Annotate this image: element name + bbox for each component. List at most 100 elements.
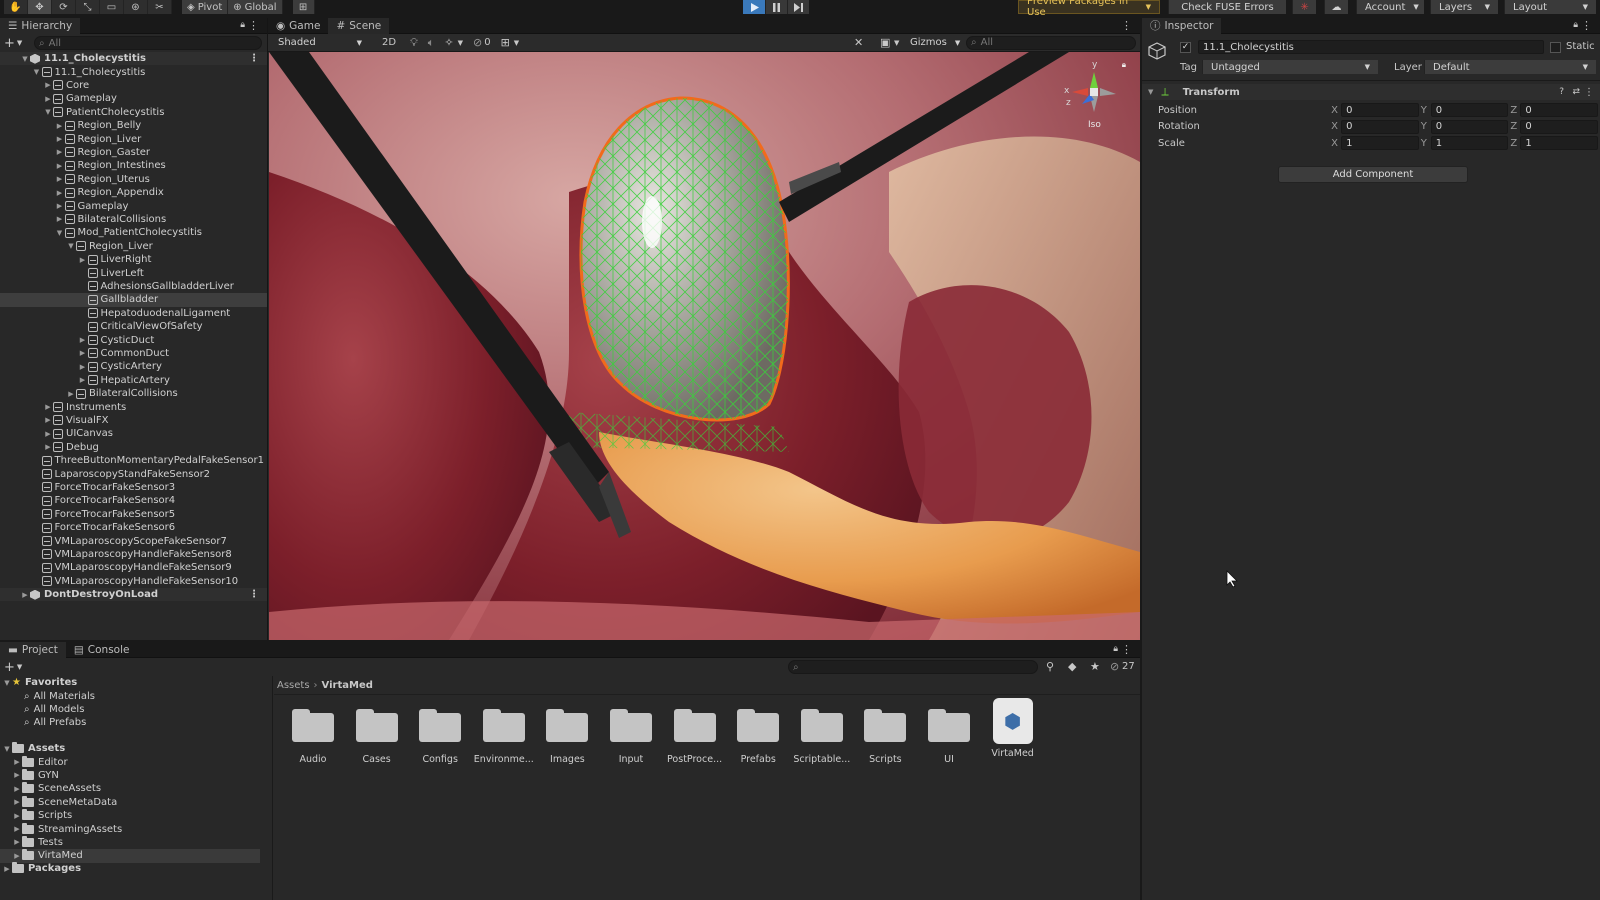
pivot-toggle[interactable]: ◈ Pivot [182, 0, 229, 14]
rotation-label[interactable]: Rotation [1158, 121, 1331, 132]
pause-button[interactable] [765, 0, 787, 14]
account-dropdown[interactable]: Account ▼ [1356, 0, 1424, 14]
hierarchy-item[interactable]: ▶ Region_Belly [0, 119, 267, 132]
hierarchy-item[interactable]: ▶ Region_Uterus [0, 173, 267, 186]
visibility-icon[interactable]: ⊘ [473, 36, 482, 49]
asset-folder-item[interactable]: ▶ SceneAssets [12, 782, 101, 795]
favorites-header[interactable]: ▼ ★ Favorites [2, 676, 77, 689]
hierarchy-item[interactable]: ▶ Gameplay [0, 92, 267, 105]
transform-header[interactable]: ▼ ⟂ Transform ? ⇄ ⋮ [1142, 84, 1600, 100]
scale-x-field[interactable]: 1 [1341, 136, 1419, 150]
preview-packages-dropdown[interactable]: Preview Packages in Use ▼ [1018, 0, 1160, 18]
lock-icon[interactable]: 🔒︎ [240, 20, 245, 30]
search-by-label-icon[interactable]: ◆ [1068, 660, 1076, 673]
tab-scene[interactable]: # Scene [328, 17, 390, 34]
static-checkbox[interactable] [1550, 42, 1561, 53]
hierarchy-item[interactable]: VMLaparoscopyHandleFakeSensor10 [0, 575, 267, 588]
favorite-star-icon[interactable]: ★ [1090, 660, 1100, 673]
tag-dropdown[interactable]: Untagged ▼ [1202, 60, 1378, 74]
scale-y-field[interactable]: 1 [1430, 136, 1509, 150]
chevron-right-icon[interactable]: ▶ [78, 256, 88, 264]
chevron-right-icon[interactable]: ▶ [78, 376, 88, 384]
tab-hierarchy[interactable]: ☰ Hierarchy [0, 17, 81, 34]
more-icon[interactable]: ⋮ [1121, 643, 1132, 656]
hierarchy-item[interactable]: ForceTrocarFakeSensor4 [0, 494, 267, 507]
asset-grid-item[interactable]: Environme... [472, 706, 536, 765]
hidden-packages-icon[interactable]: ⊘ [1110, 660, 1119, 673]
chevron-right-icon[interactable]: ▶ [43, 403, 53, 411]
chevron-right-icon[interactable]: ▶ [43, 95, 53, 103]
hierarchy-item[interactable]: VMLaparoscopyHandleFakeSensor8 [0, 548, 267, 561]
chevron-right-icon[interactable]: ▶ [20, 591, 30, 599]
tab-console[interactable]: ▤ Console [66, 642, 138, 658]
tools-icon[interactable]: ✕ [854, 36, 863, 49]
hierarchy-item[interactable]: ▶ VisualFX [0, 414, 267, 427]
play-button[interactable] [743, 0, 765, 14]
add-component-button[interactable]: Add Component [1278, 166, 1468, 183]
chevron-down-icon[interactable]: ▼ [66, 242, 76, 250]
asset-grid-item[interactable]: Audio [281, 706, 345, 765]
chevron-right-icon[interactable]: ▶ [78, 349, 88, 357]
hierarchy-item[interactable]: ForceTrocarFakeSensor6 [0, 521, 267, 534]
hierarchy-item[interactable]: ▶ Region_Appendix [0, 186, 267, 199]
rotation-y-field[interactable]: 0 [1430, 119, 1509, 134]
object-name-input[interactable]: 11.1_Cholecystitis [1198, 40, 1544, 54]
hierarchy-item[interactable]: ▶ CommonDuct [0, 347, 267, 360]
chevron-right-icon[interactable]: ▶ [55, 162, 65, 170]
chevron-right-icon[interactable]: ▶ [55, 202, 65, 210]
check-fuse-errors-button[interactable]: Check FUSE Errors [1168, 0, 1286, 14]
favorite-item[interactable]: ⌕ All Models [24, 703, 84, 716]
transform-tool-button[interactable]: ⊛ [124, 0, 148, 14]
asset-grid-item[interactable]: Images [535, 706, 599, 765]
hierarchy-item[interactable]: ▼ 11.1_Cholecystitis [0, 65, 267, 78]
hierarchy-item[interactable]: VMLaparoscopyHandleFakeSensor9 [0, 561, 267, 574]
hierarchy-item[interactable]: LiverLeft [0, 266, 267, 279]
y-axis-label[interactable]: Y [1421, 105, 1431, 116]
z-axis-label[interactable]: Z [1510, 138, 1520, 149]
more-icon[interactable]: ⋮ [1584, 87, 1594, 98]
chevron-right-icon[interactable]: ▶ [43, 81, 53, 89]
chevron-right-icon[interactable]: ▶ [78, 363, 88, 371]
hierarchy-scene-row[interactable]: ▶ DontDestroyOnLoad ⋮ [0, 588, 267, 602]
more-icon[interactable]: ⋮ [1581, 19, 1592, 32]
chevron-right-icon[interactable]: ▶ [55, 189, 65, 197]
chevron-right-icon[interactable]: ▶ [55, 122, 65, 130]
create-button[interactable]: + ▼ [4, 36, 28, 51]
move-tool-button[interactable]: ✥ [28, 0, 52, 14]
more-icon[interactable]: ⋮ [248, 19, 259, 32]
hierarchy-item[interactable]: ▶ Region_Intestines [0, 159, 267, 172]
asset-folder-item[interactable]: ▶ VirtaMed [0, 849, 260, 863]
rotation-x-field[interactable]: 0 [1341, 119, 1419, 134]
hierarchy-item[interactable]: Gallbladder [0, 293, 267, 307]
chevron-right-icon[interactable]: ▶ [55, 175, 65, 183]
more-icon[interactable]: ⋮ [249, 589, 259, 600]
chevron-right-icon[interactable]: ▶ [55, 215, 65, 223]
asset-folder-item[interactable]: ▶ Editor [12, 755, 68, 768]
asset-grid-item[interactable]: Input [599, 706, 663, 765]
asset-folder-item[interactable]: ▶ Tests [12, 835, 63, 849]
hierarchy-item[interactable]: ▶ Region_Liver [0, 132, 267, 145]
chevron-down-icon[interactable]: ▼ [43, 108, 53, 116]
asset-grid-item[interactable]: Scripts [853, 706, 917, 765]
chevron-right-icon[interactable]: ▶ [55, 135, 65, 143]
camera-icon[interactable]: ▣ [880, 36, 890, 49]
hierarchy-item[interactable]: ▶ HepaticArtery [0, 374, 267, 387]
chevron-down-icon[interactable]: ▼ [514, 39, 519, 47]
hierarchy-item[interactable]: ForceTrocarFakeSensor3 [0, 481, 267, 494]
help-icon[interactable]: ? [1559, 87, 1564, 97]
asset-grid-item[interactable]: UI [917, 706, 981, 765]
lock-icon[interactable]: 🔒︎ [1122, 60, 1126, 70]
rotate-tool-button[interactable]: ⟳ [52, 0, 76, 14]
hierarchy-item[interactable]: LaparoscopyStandFakeSensor2 [0, 467, 267, 480]
lock-icon[interactable]: 🔒︎ [1573, 20, 1578, 30]
chevron-down-icon[interactable]: ▼ [458, 39, 463, 47]
more-icon[interactable]: ⋮ [249, 53, 259, 64]
hierarchy-item[interactable]: CriticalViewOfSafety [0, 320, 267, 333]
preset-icon[interactable]: ⇄ [1572, 87, 1580, 97]
global-toggle[interactable]: ⊕ Global [228, 0, 283, 14]
step-button[interactable] [787, 0, 809, 14]
hierarchy-item[interactable]: ▶ LiverRight [0, 253, 267, 266]
hierarchy-item[interactable]: VMLaparoscopyScopeFakeSensor7 [0, 534, 267, 547]
hierarchy-item[interactable]: ▶ CysticDuct [0, 333, 267, 346]
chevron-right-icon[interactable]: ▶ [55, 148, 65, 156]
